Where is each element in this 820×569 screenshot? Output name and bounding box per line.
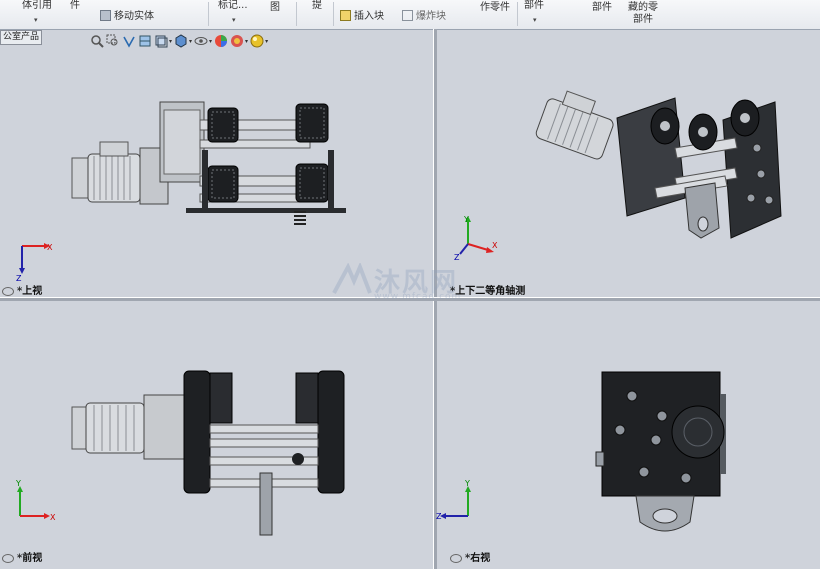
ribbon-item[interactable]: 部件 <box>524 0 544 12</box>
zoom-to-area-icon[interactable] <box>106 34 120 48</box>
explode-block-icon <box>402 10 413 21</box>
insert-block-label: 插入块 <box>354 11 384 22</box>
y-axis-label: Y <box>464 480 470 488</box>
ribbon-item[interactable]: 提 <box>312 0 322 12</box>
ribbon-item-label: 图 <box>270 2 280 13</box>
view-settings-icon[interactable]: ▾ <box>250 34 268 48</box>
viewport-label-trimetric: *上下二等角轴测 <box>450 282 525 297</box>
ribbon-item[interactable]: 标记... <box>218 0 248 12</box>
ribbon-item[interactable]: 体引用 <box>22 0 52 12</box>
ribbon-item-label: 作零件 <box>480 2 510 13</box>
display-style-icon[interactable]: ▾ <box>174 34 192 48</box>
x-axis-label: X <box>50 513 56 522</box>
viewport-name: *右视 <box>465 553 491 564</box>
ribbon-item[interactable]: 图 <box>270 2 280 14</box>
ribbon-item-label: 体引用 <box>22 0 52 11</box>
section-view-icon[interactable] <box>138 34 152 48</box>
x-axis-label: X <box>47 243 53 252</box>
insert-block-icon <box>340 10 351 21</box>
ribbon-item-label: 部件 <box>592 2 612 13</box>
model-front-view[interactable] <box>60 365 360 540</box>
chevron-down-icon[interactable]: ▾ <box>34 14 38 26</box>
zoom-to-fit-icon[interactable] <box>90 34 104 48</box>
eye-icon <box>450 554 462 563</box>
y-axis-label: Y <box>463 215 469 224</box>
ribbon-item-label: 件 <box>70 0 80 11</box>
viewport-name: *上下二等角轴测 <box>450 286 526 297</box>
axis-triad-right: Y Z <box>436 480 471 521</box>
axis-triad-front: Y X <box>15 480 56 522</box>
eye-icon <box>2 287 14 296</box>
view-orientation-icon[interactable]: ▾ <box>154 34 172 48</box>
ribbon-item-label: 藏的零 <box>628 2 658 13</box>
model-right-view[interactable] <box>590 368 740 538</box>
y-axis-label: Y <box>15 480 21 488</box>
heads-up-view-toolbar: ▾ ▾ ▾ ▾ ▾ <box>90 33 268 49</box>
ribbon-item[interactable]: 藏的零 部件 <box>628 2 658 26</box>
model-top-view[interactable] <box>60 90 360 235</box>
eye-icon <box>2 554 14 563</box>
z-axis-label: Z <box>16 274 22 282</box>
z-axis-label: Z <box>436 512 442 521</box>
explode-block-label: 爆炸块 <box>416 11 446 22</box>
move-body-icon <box>100 10 111 21</box>
model-trimetric-view[interactable] <box>535 88 790 248</box>
ribbon-item[interactable]: 件 <box>70 0 80 12</box>
z-axis-label: Z <box>454 253 460 262</box>
chevron-down-icon[interactable]: ▾ <box>533 14 537 26</box>
ribbon-item[interactable]: 部件 <box>592 2 612 14</box>
insert-block-button[interactable]: 插入块 <box>340 10 384 23</box>
ribbon-item-label: 标记... <box>218 0 248 11</box>
viewport-name: *上视 <box>17 286 43 297</box>
viewport-label-top: *上视 <box>2 282 42 297</box>
move-body-label: 移动实体 <box>114 11 154 22</box>
hide-show-items-icon[interactable]: ▾ <box>194 34 212 48</box>
move-body-button[interactable]: 移动实体 <box>100 10 154 23</box>
chevron-down-icon[interactable]: ▾ <box>232 14 236 26</box>
ribbon-item-label: 部件 <box>524 0 544 11</box>
viewport-name: *前视 <box>17 553 43 564</box>
viewport-label-right: *右视 <box>450 549 490 564</box>
ribbon-item[interactable]: 作零件 <box>480 2 510 14</box>
axis-triad-top: X Z <box>16 243 53 282</box>
watermark-url: www.mfcad.com <box>374 292 462 302</box>
x-axis-label: X <box>492 241 498 250</box>
watermark: 沐风网 www.mfcad.com <box>330 262 462 302</box>
document-tab[interactable]: 公室产品 <box>0 30 43 45</box>
apply-scene-icon[interactable]: ▾ <box>230 34 248 48</box>
watermark-logo-icon <box>332 262 372 294</box>
edit-appearance-icon[interactable] <box>214 34 228 48</box>
explode-block-button[interactable]: 爆炸块 <box>402 10 446 23</box>
previous-view-icon[interactable] <box>122 34 136 48</box>
command-ribbon: 体引用 ▾ 件 移动实体 标记... ▾ 图 提 插入块 爆炸块 作零件 部件 … <box>0 0 820 30</box>
axis-triad-trimetric: Y X Z <box>454 215 498 262</box>
viewport-label-front: *前视 <box>2 549 42 564</box>
ribbon-item-label: 提 <box>312 0 322 11</box>
ribbon-item-label: 部件 <box>633 14 653 25</box>
